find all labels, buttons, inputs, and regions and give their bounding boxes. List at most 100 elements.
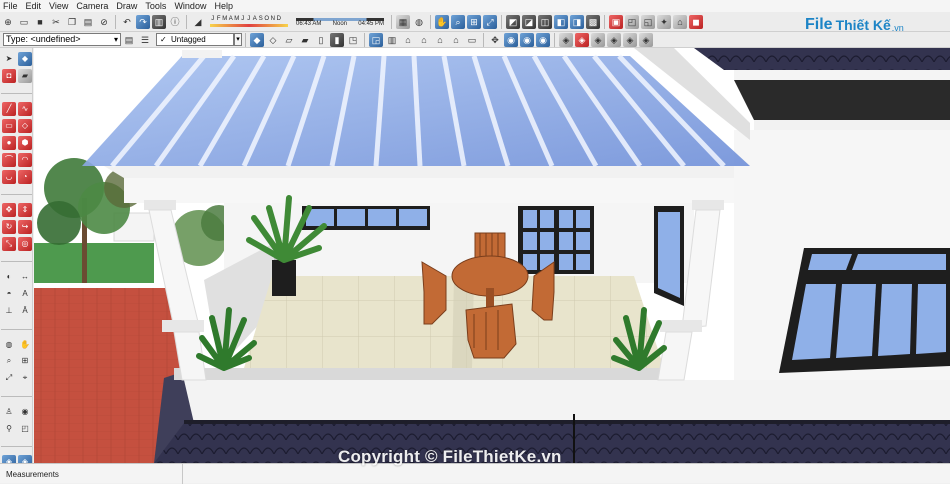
sandbox-2-icon[interactable]: ◈: [575, 32, 589, 47]
month-bar[interactable]: [210, 24, 288, 27]
camera-3-icon[interactable]: ◉: [536, 32, 550, 47]
shadow-toggle-icon[interactable]: ◢: [191, 15, 205, 29]
house-4-icon[interactable]: ⌂: [433, 33, 447, 47]
house-1-icon[interactable]: ▥: [385, 33, 399, 47]
sandbox-5-icon[interactable]: ◈: [623, 32, 637, 47]
offset-tool-icon[interactable]: ◎: [18, 236, 32, 251]
style-1-icon[interactable]: ◳: [346, 33, 360, 47]
menu-help[interactable]: Help: [214, 1, 233, 11]
menu-file[interactable]: File: [3, 1, 18, 11]
sandbox-6-icon[interactable]: ◈: [639, 32, 653, 47]
line-tool-icon[interactable]: ╱: [2, 102, 16, 117]
arc-tool-icon[interactable]: ⌒: [2, 152, 16, 167]
eraser-tool-icon[interactable]: ▰: [18, 68, 32, 83]
shaded-icon[interactable]: ◨: [570, 14, 584, 29]
zoom-window-tool-icon[interactable]: ⊞: [18, 354, 32, 368]
freehand-tool-icon[interactable]: ∿: [18, 102, 32, 117]
copy-icon[interactable]: ❐: [65, 15, 79, 29]
protractor-icon[interactable]: ◓: [2, 287, 16, 301]
scale-tool-icon[interactable]: ⤡: [2, 236, 16, 251]
model-info-icon[interactable]: ⓘ: [168, 15, 182, 29]
zoom-extents-tool-icon[interactable]: ⤢: [2, 371, 16, 385]
three-point-arc-icon[interactable]: ◡: [2, 169, 16, 184]
orbit-tool-icon[interactable]: ◍: [2, 338, 16, 352]
undo-icon[interactable]: ↶: [120, 15, 134, 29]
move-tool-icon[interactable]: ✥: [2, 203, 16, 218]
open-icon[interactable]: ▭: [17, 15, 31, 29]
look-around-icon[interactable]: ◉: [18, 405, 32, 419]
menu-tools[interactable]: Tools: [145, 1, 166, 11]
3d-warehouse-icon[interactable]: ⌂: [673, 14, 687, 29]
menu-draw[interactable]: Draw: [116, 1, 137, 11]
axes-icon[interactable]: ✥: [488, 33, 502, 47]
top-view-icon[interactable]: ◇: [266, 33, 280, 47]
sandbox-3-icon[interactable]: ◈: [591, 32, 605, 47]
rotated-rectangle-icon[interactable]: ◇: [18, 119, 32, 134]
shadow-time-slider[interactable]: 06:43 AM Noon 04:45 PM: [296, 17, 384, 27]
entity-settings-icon[interactable]: ☰: [138, 33, 152, 47]
cut-icon[interactable]: ✂: [49, 15, 63, 29]
orbit-icon[interactable]: ◍: [412, 15, 426, 29]
front-view-icon[interactable]: ▱: [282, 33, 296, 47]
axes-tool-icon[interactable]: ⊥: [2, 304, 16, 318]
model-viewport[interactable]: [34, 48, 950, 463]
polygon-tool-icon[interactable]: ⬢: [18, 135, 32, 150]
select-tool-icon[interactable]: ➤: [2, 52, 16, 66]
shadow-month-slider[interactable]: J F M A M J J A S O N D: [210, 16, 288, 27]
xray-icon[interactable]: ◩: [506, 14, 520, 29]
camera-2-icon[interactable]: ◉: [520, 32, 534, 47]
text-tool-icon[interactable]: A: [18, 287, 32, 301]
dimension-tool-icon[interactable]: ↔: [18, 270, 32, 284]
iso-view-icon[interactable]: ◆: [250, 32, 264, 47]
push-pull-icon[interactable]: ⇕: [18, 203, 32, 218]
zoom-window-icon[interactable]: ⊞: [467, 14, 481, 29]
style-3-icon[interactable]: ▭: [465, 33, 479, 47]
menu-edit[interactable]: Edit: [26, 1, 42, 11]
make-component-icon[interactable]: ◆: [18, 52, 32, 66]
house-2-icon[interactable]: ⌂: [401, 33, 415, 47]
rectangle-tool-icon[interactable]: ▭: [2, 119, 16, 134]
walk-tool-icon[interactable]: ⚲: [2, 422, 16, 436]
menu-view[interactable]: View: [49, 1, 68, 11]
entity-info-icon[interactable]: ▤: [122, 33, 136, 47]
pie-tool-icon[interactable]: ◔: [18, 169, 32, 184]
tape-measure-icon[interactable]: ◐: [2, 270, 16, 284]
section-display-icon[interactable]: ◱: [641, 14, 655, 29]
monochrome-icon[interactable]: ▣: [609, 14, 623, 29]
textured-icon[interactable]: ▩: [586, 14, 600, 29]
back-view-icon[interactable]: ▯: [314, 33, 328, 47]
follow-me-icon[interactable]: ↪: [18, 219, 32, 234]
back-edges-icon[interactable]: ◪: [522, 14, 536, 29]
section-plane-icon[interactable]: ◰: [625, 14, 639, 29]
camera-1-icon[interactable]: ◉: [504, 32, 518, 47]
house-3-icon[interactable]: ⌂: [417, 33, 431, 47]
zoom-tool-icon[interactable]: ⌕: [2, 354, 16, 368]
menu-window[interactable]: Window: [174, 1, 206, 11]
pan-tool-icon[interactable]: ✋: [18, 338, 32, 352]
house-5-icon[interactable]: ⌂: [449, 33, 463, 47]
tag-select[interactable]: ✓ Untagged: [156, 33, 234, 46]
entity-type-select[interactable]: Type: <undefined>: [3, 33, 121, 46]
wireframe-icon[interactable]: ◫: [538, 14, 552, 29]
paste-icon[interactable]: ▤: [81, 15, 95, 29]
save-icon[interactable]: ■: [33, 15, 47, 29]
erase-icon[interactable]: ⊘: [97, 15, 111, 29]
extension-warehouse-icon[interactable]: ✦: [657, 14, 671, 29]
zoom-icon[interactable]: ⌕: [451, 14, 465, 29]
position-camera-icon[interactable]: ♙: [2, 405, 16, 419]
tag-dropdown-button[interactable]: ▾: [234, 33, 242, 46]
3d-text-icon[interactable]: Ā: [18, 304, 32, 318]
fog-icon[interactable]: ▦: [396, 14, 410, 29]
sandbox-4-icon[interactable]: ◈: [607, 32, 621, 47]
sandbox-1-icon[interactable]: ◈: [559, 32, 573, 47]
right-view-icon[interactable]: ▰: [298, 33, 312, 47]
previous-view-icon[interactable]: ⌖: [18, 371, 32, 385]
circle-tool-icon[interactable]: ●: [2, 135, 16, 150]
two-point-arc-icon[interactable]: ◠: [18, 152, 32, 167]
paint-bucket-icon[interactable]: ◘: [2, 68, 16, 83]
pan-icon[interactable]: ✋: [435, 14, 449, 29]
layout-icon[interactable]: ◼: [689, 14, 703, 29]
menu-camera[interactable]: Camera: [76, 1, 108, 11]
left-view-icon[interactable]: ▮: [330, 32, 344, 47]
measurements-box[interactable]: Measurements: [0, 464, 183, 484]
